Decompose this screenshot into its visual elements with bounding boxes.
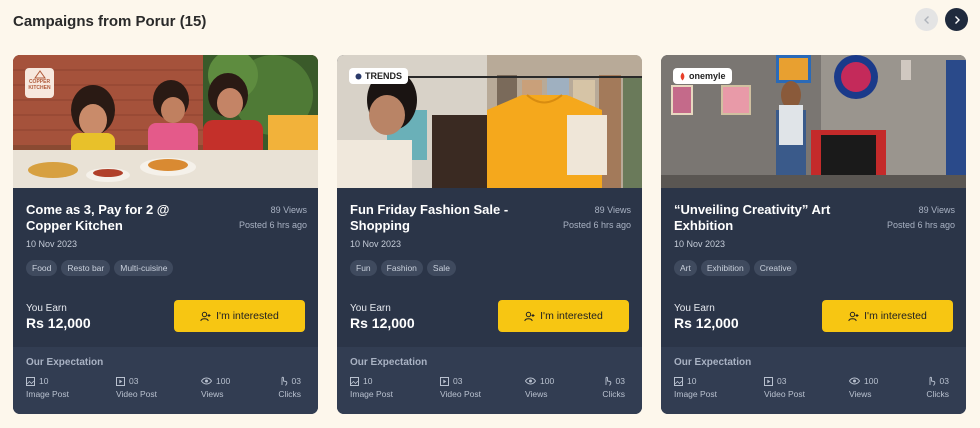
campaign-image: COPPER KITCHEN [13,55,318,188]
stat-views: 100 Views [525,376,555,399]
brand-logo: COPPER KITCHEN [25,68,54,98]
expectation-panel: Our Expectation 10 Image Post 03 Video P… [13,347,318,414]
interested-button-label: I'm interested [540,310,603,322]
chevron-right-icon [954,15,960,24]
campaign-card[interactable]: COPPER KITCHEN Come as 3, Pay for 2 @ Co… [13,55,318,414]
stat-views: 100 Views [201,376,231,399]
pointer-click-icon [281,376,287,386]
views-count: 89 Views [918,205,955,215]
interested-button-label: I'm interested [864,310,927,322]
expectation-panel: Our Expectation 10 Image Post 03 Video P… [661,347,966,414]
earn-value: Rs 12,000 [674,315,739,331]
image-icon [350,376,359,386]
campaign-date: 10 Nov 2023 [674,239,726,249]
views-count: 89 Views [594,205,631,215]
tag: Resto bar [61,260,111,276]
stat-video-post: 03 Video Post [116,376,157,399]
expectation-title: Our Expectation [26,357,104,368]
tag: Multi-cuisine [114,260,174,276]
posted-time: Posted 6 hrs ago [238,220,307,230]
views-count: 89 Views [270,205,307,215]
expectation-title: Our Expectation [674,357,752,368]
posted-time: Posted 6 hrs ago [886,220,955,230]
interested-button[interactable]: I'm interested [174,300,305,332]
tag: Food [26,260,58,276]
video-icon [116,376,125,386]
earn-value: Rs 12,000 [350,315,415,331]
video-icon [440,376,449,386]
stat-clicks: 03 Clicks [278,376,301,399]
interested-button[interactable]: I'm interested [822,300,953,332]
earn-label: You Earn [674,303,715,314]
campaign-image: TRENDS [337,55,642,188]
expectation-panel: Our Expectation 10 Image Post 03 Video P… [337,347,642,414]
tag: Exhibition [700,260,750,276]
tag: Sale [426,260,456,276]
stat-views: 100 Views [849,376,879,399]
earn-label: You Earn [26,303,67,314]
tag: Creative [753,260,798,276]
chevron-left-icon [923,15,929,24]
expectation-title: Our Expectation [350,357,428,368]
tag-list: Art Exhibition Creative [674,260,798,276]
tag: Art [674,260,697,276]
stat-image-post: 10 Image Post [350,376,393,399]
image-icon [674,376,683,386]
stat-video-post: 03 Video Post [764,376,805,399]
campaign-date: 10 Nov 2023 [26,239,78,249]
earn-label: You Earn [350,303,391,314]
campaign-title: Come as 3, Pay for 2 @ Copper Kitchen [26,202,170,233]
carousel-prev-button[interactable] [915,8,938,31]
tag: Fashion [380,260,423,276]
eye-icon [849,377,860,385]
earn-value: Rs 12,000 [26,315,91,331]
stat-clicks: 03 Clicks [926,376,949,399]
carousel-next-button[interactable] [945,8,968,31]
video-icon [764,376,773,386]
eye-icon [525,377,536,385]
pointer-click-icon [929,376,935,386]
stat-image-post: 10 Image Post [674,376,717,399]
brand-logo: onemyle [673,68,732,84]
campaign-card[interactable]: TRENDS Fun Friday Fashion Sale - Shoppin… [337,55,642,414]
tag: Fun [350,260,377,276]
page-title: Campaigns from Porur (15) [13,13,207,30]
interested-button-label: I'm interested [216,310,279,322]
stat-video-post: 03 Video Post [440,376,481,399]
campaign-card[interactable]: onemyle “Unveiling Creativity” Art Exhbi… [661,55,966,414]
eye-icon [201,377,212,385]
user-plus-icon [848,311,859,321]
stat-clicks: 03 Clicks [602,376,625,399]
trends-logo-icon [355,73,362,79]
campaigns-header: Campaigns from Porur (15) [13,0,968,44]
pointer-click-icon [605,376,611,386]
copper-kitchen-logo-icon [33,70,46,79]
user-plus-icon [524,311,535,321]
campaign-title: “Unveiling Creativity” Art Exhbition [674,202,831,233]
campaign-image: onemyle [661,55,966,188]
user-plus-icon [200,311,211,321]
campaign-date: 10 Nov 2023 [350,239,402,249]
tag-list: Fun Fashion Sale [350,260,456,276]
tag-list: Food Resto bar Multi-cuisine [26,260,174,276]
interested-button[interactable]: I'm interested [498,300,629,332]
onemyle-logo-icon [680,72,685,80]
stat-image-post: 10 Image Post [26,376,69,399]
posted-time: Posted 6 hrs ago [562,220,631,230]
campaign-title: Fun Friday Fashion Sale - Shopping [350,202,509,233]
brand-logo: TRENDS [349,68,409,84]
image-icon [26,376,35,386]
